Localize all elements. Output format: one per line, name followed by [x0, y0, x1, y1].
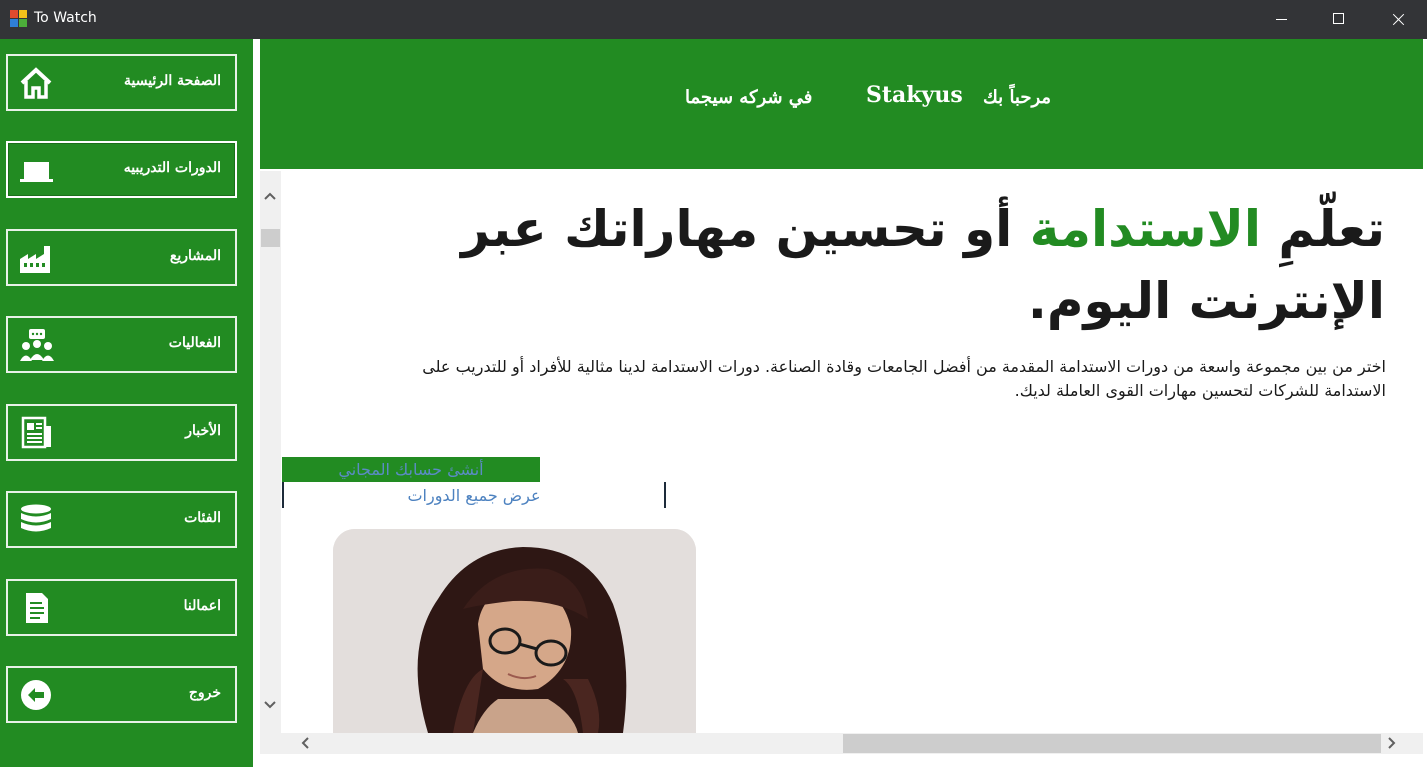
- document-icon: [26, 593, 48, 623]
- sidebar-item-projects[interactable]: المشاريع: [6, 229, 237, 286]
- close-button[interactable]: [1369, 0, 1427, 39]
- sidebar-item-label: الدورات التدريبيه: [123, 160, 221, 176]
- sidebar-item-label: الفعاليات: [168, 335, 221, 351]
- horizontal-scrollbar[interactable]: [260, 733, 1423, 754]
- hero-heading: تعلّمِ الاستدامة أو تحسين مهاراتك عبر ال…: [420, 193, 1385, 337]
- hero-accent: الاستدامة: [1029, 200, 1261, 258]
- view-all-courses-button[interactable]: عرض جميع الدورات: [282, 482, 666, 508]
- panel-divider: [253, 39, 260, 767]
- sidebar-item-home[interactable]: الصفحة الرئيسية: [6, 54, 237, 111]
- maximize-button[interactable]: [1311, 0, 1369, 39]
- app-icon: [10, 10, 28, 28]
- sidebar-item-courses[interactable]: الدورات التدريبيه: [6, 141, 237, 198]
- sidebar-item-our-work[interactable]: اعمالنا: [6, 579, 237, 636]
- sidebar-item-label: الفئات: [184, 510, 221, 526]
- scroll-down-icon[interactable]: [264, 698, 276, 710]
- sidebar-item-logout[interactable]: خروج: [6, 666, 237, 723]
- sidebar-item-label: خروج: [188, 685, 221, 701]
- hero-text-start: تعلّمِ: [1260, 200, 1385, 258]
- create-free-account-button[interactable]: أنشئ حسابك المجاني: [282, 457, 540, 482]
- scroll-left-icon[interactable]: [300, 737, 312, 749]
- username: Stakyus: [866, 82, 963, 108]
- company-text: في شركه سيجما: [685, 87, 813, 108]
- sidebar-item-news[interactable]: الأخبار: [6, 404, 237, 461]
- minimize-icon: [1276, 19, 1287, 20]
- window-titlebar: To Watch: [0, 0, 1427, 39]
- vertical-scrollbar[interactable]: [260, 171, 281, 733]
- sidebar-item-label: المشاريع: [169, 248, 221, 264]
- vertical-scroll-thumb[interactable]: [261, 229, 280, 247]
- sidebar-item-events[interactable]: الفعاليات: [6, 316, 237, 373]
- audience-icon: [20, 329, 54, 361]
- exit-arrow-icon: [21, 680, 51, 710]
- sidebar-item-categories[interactable]: الفئات: [6, 491, 237, 548]
- hero-photo: [333, 529, 696, 733]
- horizontal-scroll-thumb[interactable]: [843, 734, 1381, 753]
- maximize-icon: [1333, 13, 1344, 24]
- newspaper-icon: [21, 416, 51, 449]
- laptop-icon: [20, 162, 53, 182]
- hero-description: اختر من بين مجموعة واسعة من دورات الاستد…: [422, 357, 1386, 400]
- minimize-button[interactable]: [1254, 0, 1312, 39]
- window-title: To Watch: [34, 10, 97, 26]
- header-banner: [260, 39, 1423, 169]
- welcome-text: مرحباً بك: [983, 87, 1052, 108]
- sidebar-item-label: الأخبار: [185, 423, 221, 439]
- scroll-up-icon[interactable]: [264, 191, 276, 203]
- sidebar-item-label: الصفحة الرئيسية: [123, 73, 221, 89]
- woman-reading-photo: [333, 529, 696, 733]
- sidebar-item-label: اعمالنا: [183, 598, 221, 614]
- factory-icon: [20, 246, 50, 273]
- database-icon: [21, 504, 51, 532]
- scroll-right-icon[interactable]: [1385, 737, 1397, 749]
- sidebar: الصفحة الرئيسية الدورات التدريبيه المشار…: [0, 39, 253, 767]
- home-icon: [20, 67, 52, 99]
